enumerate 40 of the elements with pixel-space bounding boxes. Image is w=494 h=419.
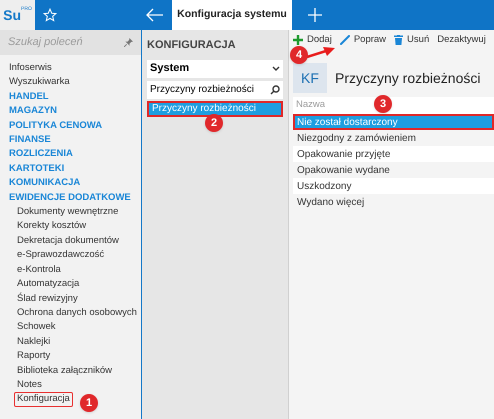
search-field[interactable]: Przyczyny rozbieżności xyxy=(147,80,283,98)
toolbar-button[interactable]: Usuń xyxy=(394,32,430,48)
back-arrow-icon[interactable] xyxy=(146,8,164,22)
sidebar-item[interactable]: Infoserwis xyxy=(6,61,55,76)
plus-icon[interactable] xyxy=(308,8,322,22)
star-icon[interactable] xyxy=(43,8,57,22)
sidebar-item[interactable]: Notes xyxy=(14,378,45,392)
toolbar-button[interactable]: Dodaj xyxy=(293,32,332,48)
logo-text: Su xyxy=(3,6,22,24)
sidebar-item[interactable]: Schowek xyxy=(14,320,59,335)
table-row[interactable]: Opakowanie przyjęte xyxy=(293,146,494,162)
sidebar-item[interactable]: e-Sprawozdawczość xyxy=(14,248,108,263)
sidebar-item[interactable]: e-Kontrola xyxy=(14,262,64,278)
section-heading: KONFIGURACJA xyxy=(147,38,237,53)
page-title: Przyczyny rozbieżności xyxy=(335,68,480,88)
annotation-arrow xyxy=(306,46,336,58)
search-icon xyxy=(270,84,280,94)
sidebar-item[interactable]: Dekretacja dokumentów xyxy=(14,234,122,248)
sidebar-item[interactable]: Biblioteka załączników xyxy=(14,364,116,378)
toolbar-button[interactable]: Popraw xyxy=(340,32,386,48)
trash-icon xyxy=(394,35,404,45)
plus-icon xyxy=(293,35,303,45)
avatar-badge: KF xyxy=(293,63,327,93)
table-row[interactable]: Uszkodzony xyxy=(293,178,494,194)
pin-icon[interactable] xyxy=(124,38,133,47)
sidebar-item[interactable]: Dokumenty wewnętrzne xyxy=(14,205,122,220)
sidebar-item[interactable]: Ślad rewizyjny xyxy=(14,292,81,306)
sidebar-item[interactable]: Naklejki xyxy=(14,334,54,350)
dropdown[interactable]: System xyxy=(147,60,283,78)
sidebar-item[interactable]: Ochrona danych osobowych xyxy=(14,306,140,320)
sidebar-item[interactable]: Automatyzacja xyxy=(14,277,82,292)
sidebar-item[interactable]: Konfiguracja xyxy=(14,392,73,407)
sidebar-item[interactable]: Wyszukiwarka xyxy=(6,75,73,90)
search-placeholder: Szukaj poleceń xyxy=(8,35,83,50)
chevron-down-icon xyxy=(272,66,280,71)
toolbar-button[interactable]: Dezaktywuj xyxy=(437,32,486,48)
sidebar-item[interactable]: Korekty kosztów xyxy=(14,219,90,234)
sidebar-item[interactable]: Raporty xyxy=(14,349,54,364)
column-header: Nazwa xyxy=(296,98,326,112)
brush-icon xyxy=(340,35,350,45)
